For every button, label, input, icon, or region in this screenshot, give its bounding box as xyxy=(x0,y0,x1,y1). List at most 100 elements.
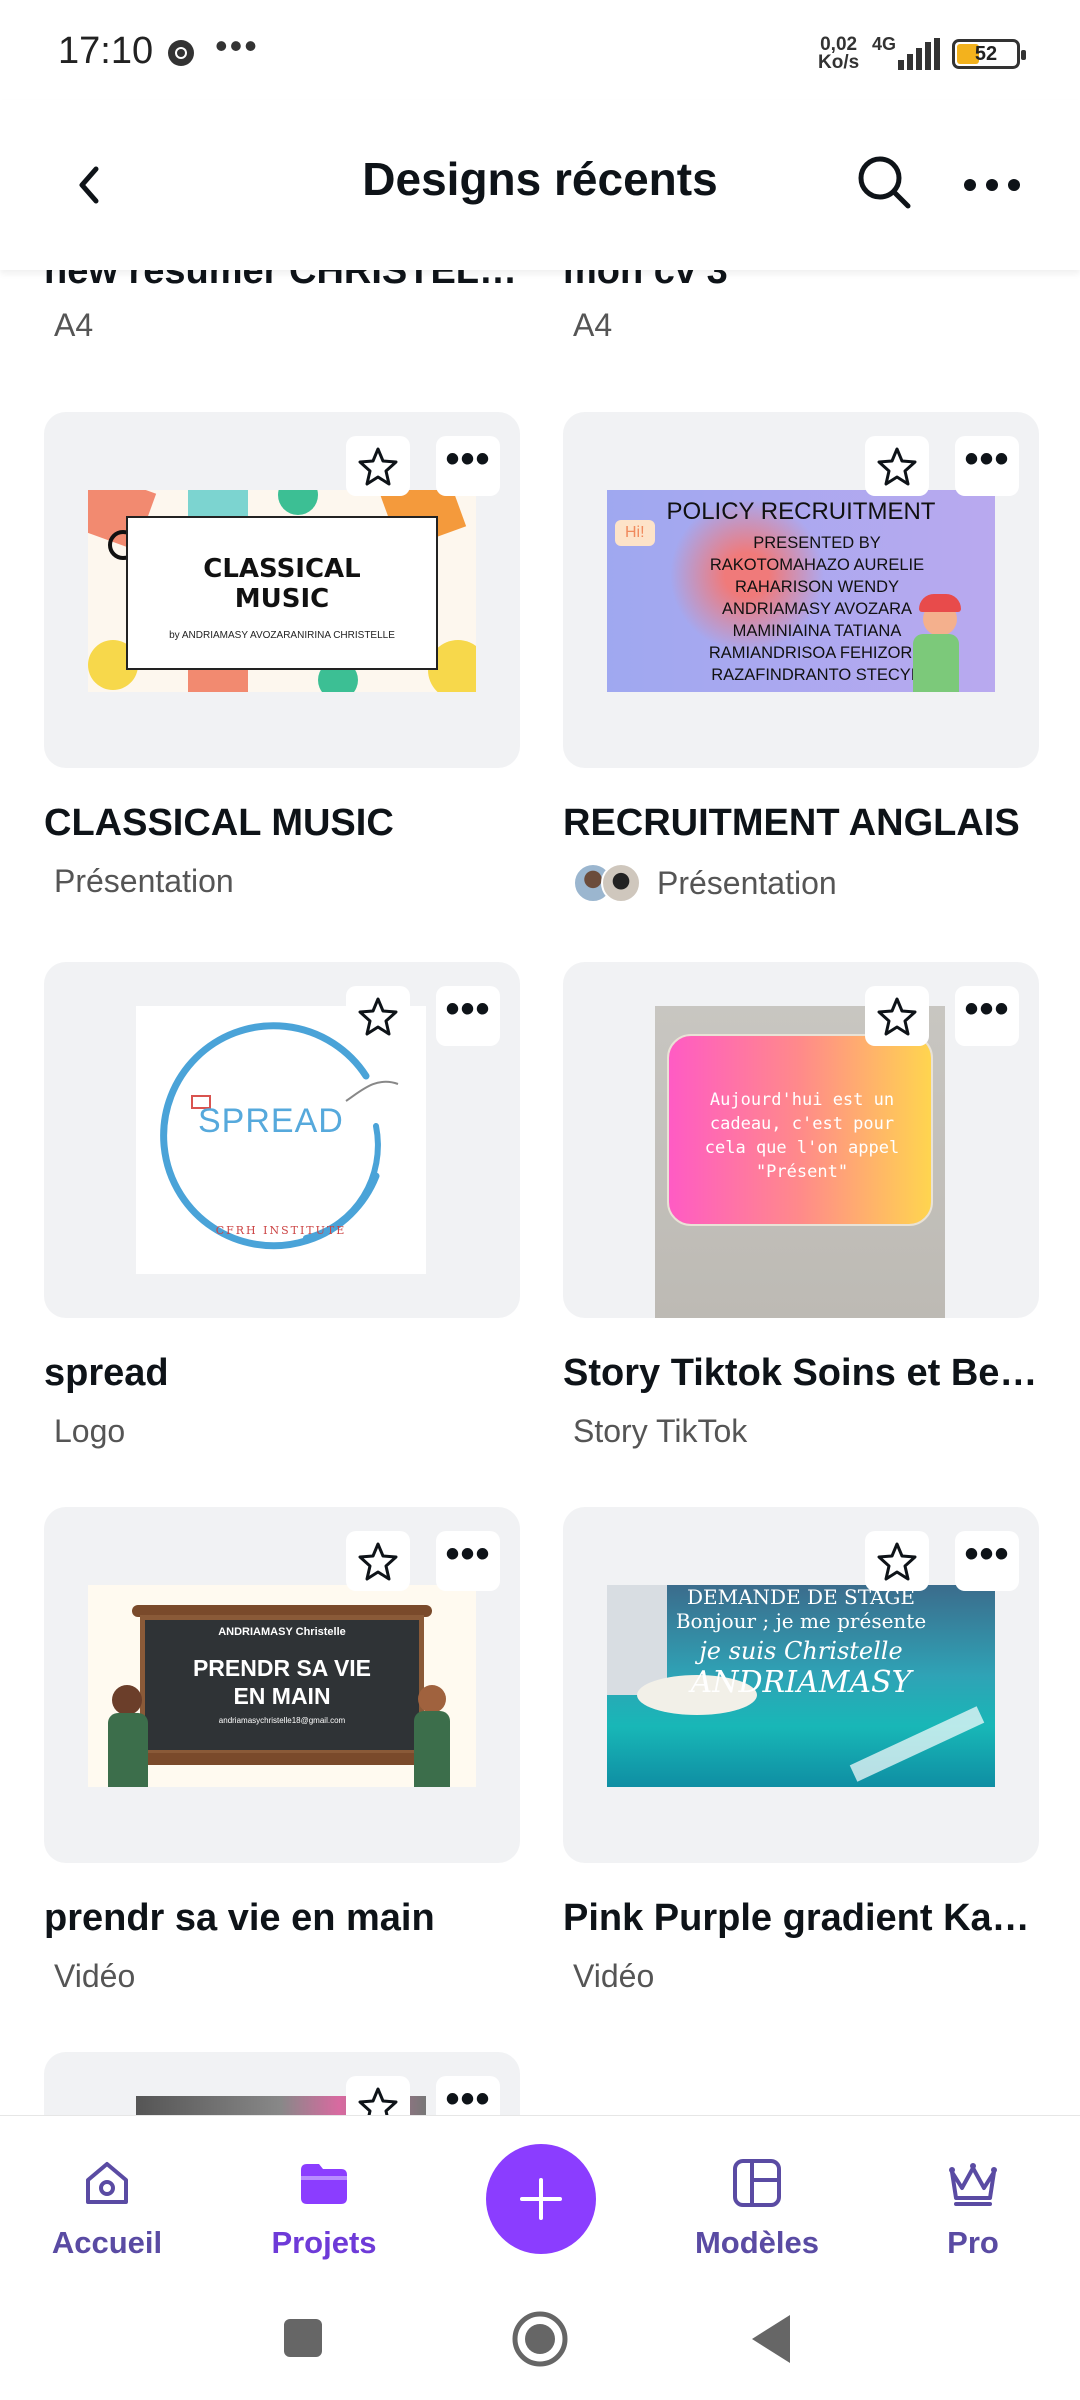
nav-pro[interactable]: Pro xyxy=(893,2156,1053,2261)
thumb-heading: PRENDR SA VIE EN MAIN xyxy=(192,1655,372,1709)
nav-templates[interactable]: Modèles xyxy=(677,2156,837,2261)
favorite-button[interactable] xyxy=(346,1531,410,1591)
nav-label: Projets xyxy=(271,2225,377,2260)
favorite-button[interactable] xyxy=(346,986,410,1046)
favorite-button[interactable] xyxy=(346,2076,410,2115)
logo-text: SPREAD xyxy=(198,1102,344,1140)
design-type: A4 xyxy=(573,307,613,343)
collaborator-avatars xyxy=(573,863,641,903)
design-card[interactable]: Hi! POLICY RECRUITMENT PRESENTED BY RAKO… xyxy=(563,412,1039,903)
design-thumbnail[interactable]: SPREAD CFRH INSTITUTE ••• xyxy=(44,962,520,1318)
design-type: Vidéo xyxy=(54,1958,136,1994)
thumb-line3: je suis Christelle xyxy=(699,1637,903,1665)
design-type: Story TikTok xyxy=(573,1413,748,1449)
network-type: 4G xyxy=(872,34,897,54)
thumb-line2: Bonjour ; je me présente xyxy=(675,1609,927,1633)
design-thumbnail[interactable]: ANDRIAMASY Christelle PRENDR SA VIE EN M… xyxy=(44,1507,520,1863)
battery-icon: 52 xyxy=(952,39,1026,69)
page-title: Designs récents xyxy=(362,153,718,205)
design-card-partial[interactable]: ••• xyxy=(44,2052,520,2115)
design-card-partial[interactable]: new resumer CHRISTELLE A4 xyxy=(44,270,524,344)
quote-text: Aujourd'hui est un cadeau, c'est pour ce… xyxy=(704,1090,900,1182)
signal-icon xyxy=(898,38,940,70)
more-dots-icon: ••• xyxy=(964,437,1010,481)
star-icon xyxy=(358,1542,398,1581)
design-thumbnail[interactable]: CLASSICAL MUSIC by ANDRIAMASY AVOZARANIR… xyxy=(44,412,520,768)
design-type: Vidéo xyxy=(573,1958,655,1994)
design-thumbnail[interactable]: Hi! POLICY RECRUITMENT PRESENTED BY RAKO… xyxy=(563,412,1039,768)
more-dots-icon: ••• xyxy=(445,2077,491,2115)
home-icon xyxy=(86,2162,128,2204)
star-icon xyxy=(877,1542,917,1581)
favorite-button[interactable] xyxy=(865,986,929,1046)
notification-dots-icon: ••• xyxy=(215,25,259,66)
card-more-button[interactable]: ••• xyxy=(955,1531,1019,1591)
design-title: CLASSICAL MUSIC xyxy=(44,802,394,844)
thumbnail-chalkboard: ANDRIAMASY Christelle PRENDR SA VIE EN M… xyxy=(88,1585,476,1787)
home-system-icon[interactable] xyxy=(510,2309,570,2369)
design-thumbnail[interactable]: ••• xyxy=(44,2052,520,2115)
design-title: Pink Purple gradient Kawaii xyxy=(563,1897,1039,1939)
star-icon xyxy=(358,2087,398,2115)
favorite-button[interactable] xyxy=(865,1531,929,1591)
design-card[interactable]: SPREAD CFRH INSTITUTE ••• spread Logo xyxy=(44,962,520,1450)
favorite-button[interactable] xyxy=(346,436,410,496)
thumbnail-spread-logo: SPREAD CFRH INSTITUTE xyxy=(136,1006,426,1274)
favorite-button[interactable] xyxy=(865,436,929,496)
design-card-partial[interactable]: mon cv 3 A4 xyxy=(563,270,1043,344)
more-dots-icon: ••• xyxy=(445,437,491,481)
thumbnail-classical-music: CLASSICAL MUSIC by ANDRIAMASY AVOZARANIR… xyxy=(88,490,476,692)
design-thumbnail[interactable]: Aujourd'hui est un cadeau, c'est pour ce… xyxy=(563,962,1039,1318)
design-title: mon cv 3 xyxy=(563,270,728,292)
institute-text: CFRH INSTITUTE xyxy=(215,1224,347,1237)
card-more-button[interactable]: ••• xyxy=(436,1531,500,1591)
design-type: Présentation xyxy=(54,863,234,899)
nav-label: Modèles xyxy=(694,2225,820,2260)
thumb-heading: CLASSICAL MUSIC xyxy=(203,554,361,614)
star-icon xyxy=(877,997,917,1036)
more-dots-icon: ••• xyxy=(445,1532,491,1576)
thumbnail-recruitment: Hi! POLICY RECRUITMENT PRESENTED BY RAKO… xyxy=(607,490,995,692)
design-card[interactable]: CLASSICAL MUSIC by ANDRIAMASY AVOZARANIR… xyxy=(44,412,520,900)
bottom-navigation: Accueil Projets Modèles Pro xyxy=(0,2115,1080,2265)
card-more-button[interactable]: ••• xyxy=(436,436,500,496)
design-card[interactable]: DEMANDE DE STAGE Bonjour ; je me présent… xyxy=(563,1507,1039,1995)
design-card[interactable]: ANDRIAMASY Christelle PRENDR SA VIE EN M… xyxy=(44,1507,520,1995)
nav-projects[interactable]: Projets xyxy=(244,2156,404,2261)
star-icon xyxy=(358,447,398,486)
recents-icon[interactable] xyxy=(282,2317,324,2359)
nav-label: Accueil xyxy=(51,2225,163,2260)
folder-icon xyxy=(301,2164,347,2204)
card-more-button[interactable]: ••• xyxy=(436,2076,500,2115)
templates-icon xyxy=(733,2159,781,2207)
more-dots-icon: ••• xyxy=(964,987,1010,1031)
more-options-icon[interactable] xyxy=(960,170,1024,200)
design-card[interactable]: Aujourd'hui est un cadeau, c'est pour ce… xyxy=(563,962,1039,1450)
star-icon xyxy=(358,997,398,1036)
thumb-line4: ANDRIAMASY xyxy=(690,1665,912,1700)
design-title: prendr sa vie en main xyxy=(44,1897,435,1939)
design-type: Logo xyxy=(54,1413,126,1449)
avatar xyxy=(601,863,641,903)
nav-home[interactable]: Accueil xyxy=(27,2156,187,2261)
app-header: Designs récents xyxy=(0,100,1080,270)
thumb-email: andriamasychristelle18@gmail.com xyxy=(218,1716,346,1725)
card-more-button[interactable]: ••• xyxy=(436,986,500,1046)
thumb-name: ANDRIAMASY Christelle xyxy=(218,1626,346,1638)
design-subtitle-row: Présentation xyxy=(573,863,1039,903)
status-bar: 17:10 ••• 0,02 Ko/s 4G 52 xyxy=(0,0,1080,100)
back-system-icon[interactable] xyxy=(750,2313,794,2365)
card-more-button[interactable]: ••• xyxy=(955,986,1019,1046)
thumb-byline: by ANDRIAMASY AVOZARANIRINA CHRISTELLE xyxy=(169,630,395,641)
design-title: spread xyxy=(44,1352,169,1394)
thumbnail-story-tiktok: Aujourd'hui est un cadeau, c'est pour ce… xyxy=(655,1006,945,1318)
network-speed: 0,02 Ko/s xyxy=(818,34,860,73)
design-title: new resumer CHRISTELLE xyxy=(44,270,524,292)
design-type: A4 xyxy=(54,307,94,343)
design-thumbnail[interactable]: DEMANDE DE STAGE Bonjour ; je me présent… xyxy=(563,1507,1039,1863)
create-design-button[interactable] xyxy=(486,2144,596,2254)
search-icon[interactable] xyxy=(852,150,916,214)
battery-level: 52 xyxy=(974,43,998,65)
thumb-heading: POLICY RECRUITMENT xyxy=(666,498,936,525)
card-more-button[interactable]: ••• xyxy=(955,436,1019,496)
